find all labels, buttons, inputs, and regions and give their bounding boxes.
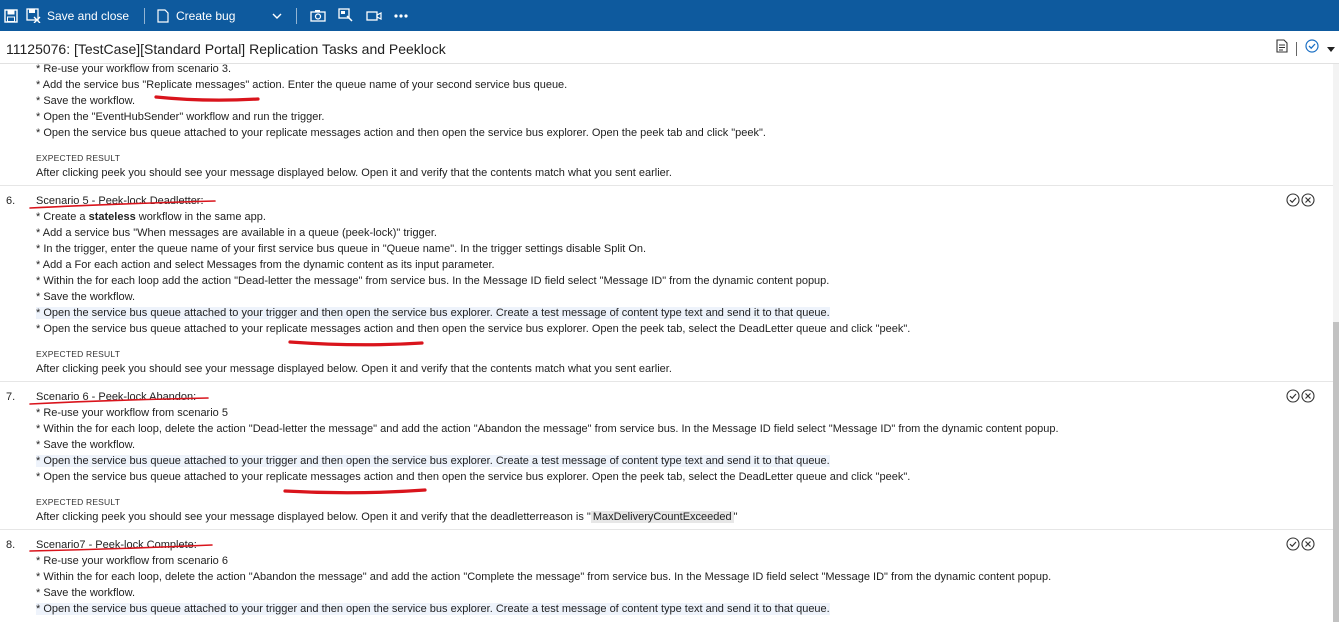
check-circle-icon[interactable] — [1286, 537, 1300, 556]
step-line: * Add a For each action and select Messa… — [36, 259, 495, 271]
document-icon — [157, 8, 169, 23]
check-circle-icon[interactable] — [1286, 193, 1300, 212]
step-line: * Re-use your workflow from scenario 5 — [36, 407, 228, 419]
step-line: * Add a service bus "When messages are a… — [36, 227, 437, 239]
step-divider — [0, 381, 1333, 382]
more-options-icon[interactable] — [394, 0, 408, 31]
save-and-close-button[interactable]: Save and close — [26, 0, 129, 31]
step-line: * Open the service bus queue attached to… — [36, 601, 830, 617]
bold-word: stateless — [88, 211, 136, 223]
close-circle-icon[interactable] — [1301, 193, 1315, 212]
step-line: * Open the service bus queue attached to… — [36, 127, 766, 139]
step-title[interactable]: Scenario 6 - Peek-lock Abandon: — [36, 389, 196, 405]
highlighted-text: * Open the service bus queue attached to… — [36, 455, 830, 467]
toolbar-divider — [144, 8, 145, 24]
highlighted-text: * Open the service bus queue attached to… — [36, 603, 830, 615]
save-close-icon — [26, 8, 41, 23]
result-prefix: After clicking peek you should see your … — [36, 511, 591, 523]
step-line: * Within the for each loop, delete the a… — [36, 423, 1059, 435]
video-icon[interactable] — [366, 0, 382, 31]
step-line: * Within the for each loop, delete the a… — [36, 571, 1052, 583]
step-number: 8. — [6, 539, 16, 551]
step-line: * Within the for each loop add the actio… — [36, 275, 830, 287]
step-number: 7. — [6, 391, 16, 403]
step-line: * Add the service bus "Replicate message… — [36, 79, 568, 91]
toolbar: Save and close Create bug — [0, 0, 1339, 31]
title-bar: 11125076: [TestCase][Standard Portal] Re… — [0, 31, 1339, 64]
step-title[interactable]: Scenario7 - Peek-lock Complete: — [36, 537, 197, 553]
expected-result-label: EXPECTED RESULT — [36, 349, 121, 359]
step-divider — [0, 529, 1333, 530]
save-icon[interactable] — [4, 0, 18, 31]
step-actions — [1286, 193, 1315, 212]
expected-result-label: EXPECTED RESULT — [36, 497, 121, 507]
step-line: * Open the service bus queue attached to… — [36, 453, 830, 469]
step-line: * Save the workflow. — [36, 587, 136, 599]
step-line: * Save the workflow. — [36, 291, 136, 303]
expected-result-text: After clicking peek you should see your … — [36, 167, 672, 179]
dropdown-arrow-icon[interactable] — [1327, 40, 1335, 58]
page-title: 11125076: [TestCase][Standard Portal] Re… — [6, 41, 446, 57]
step-actions — [1286, 537, 1315, 556]
step-line: * In the trigger, enter the queue name o… — [36, 243, 647, 255]
inline-code: MaxDeliveryCountExceeded — [590, 511, 734, 523]
title-divider — [1296, 41, 1297, 56]
create-bug-label: Create bug — [176, 8, 236, 23]
toolbar-divider — [296, 8, 297, 24]
test-steps-list: * Re-use your workflow from scenario 3. … — [0, 64, 1333, 619]
camera-icon[interactable] — [310, 0, 326, 31]
underline-mark — [154, 95, 260, 102]
step-line: * Re-use your workflow from scenario 6 — [36, 555, 228, 567]
close-circle-icon[interactable] — [1301, 537, 1315, 556]
highlighted-text: * Open the service bus queue attached to… — [36, 307, 830, 319]
expected-result-text: After clicking peek you should see your … — [36, 509, 738, 525]
step-divider — [0, 185, 1333, 186]
close-circle-icon[interactable] — [1301, 389, 1315, 408]
step-line: * Open the service bus queue attached to… — [36, 471, 911, 483]
line-prefix: * Create a — [36, 211, 89, 223]
save-and-close-label: Save and close — [47, 8, 130, 23]
step-line: * Open the service bus queue attached to… — [36, 323, 911, 335]
check-circle-icon[interactable] — [1305, 39, 1319, 58]
step-line: * Open the service bus queue attached to… — [36, 305, 830, 321]
notes-icon[interactable] — [1276, 39, 1288, 58]
check-circle-icon[interactable] — [1286, 389, 1300, 408]
step-line: * Save the workflow. — [36, 439, 136, 451]
expected-result-text: After clicking peek you should see your … — [36, 363, 672, 375]
create-bug-dropdown[interactable] — [272, 0, 282, 31]
scrollbar-thumb[interactable] — [1333, 322, 1339, 622]
line-suffix: workflow in the same app. — [135, 211, 266, 223]
step-line: * Re-use your workflow from scenario 3. — [36, 64, 232, 75]
step-line: * Create a stateless workflow in the sam… — [36, 209, 266, 225]
title-tools — [1276, 39, 1335, 58]
step-line: * Save the workflow. — [36, 95, 136, 107]
expected-result-label: EXPECTED RESULT — [36, 153, 121, 163]
screen-capture-icon[interactable] — [338, 0, 353, 31]
chevron-down-icon — [272, 9, 282, 23]
annotation-layer — [29, 95, 427, 552]
step-title[interactable]: Scenario 5 - Peek-lock Deadletter: — [36, 193, 204, 209]
result-suffix: " — [733, 511, 738, 523]
step-line: * Open the "EventHubSender" workflow and… — [36, 111, 325, 123]
step-number: 6. — [6, 195, 16, 207]
underline-mark — [283, 488, 427, 495]
underline-mark — [288, 340, 424, 347]
create-bug-button[interactable]: Create bug — [157, 0, 235, 31]
step-actions — [1286, 389, 1315, 408]
